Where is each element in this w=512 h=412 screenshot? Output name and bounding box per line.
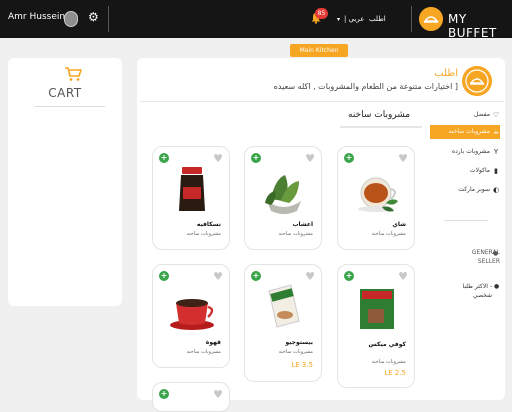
menu-item-label: سوبر ماركت [458,186,490,193]
menu-item-label: مفضل [474,111,490,118]
menu-item-food[interactable]: ماكولات ▮ [430,164,500,178]
page-title: اطلب [434,68,458,79]
add-to-cart-button[interactable]: + [344,271,354,281]
kitchen-tag[interactable]: Main Kitchen [290,44,348,57]
food-icon: ▮ [494,167,498,175]
divider [35,106,105,107]
cup-icon: ☕ [492,128,500,136]
product-price: LE 2.5 [384,369,406,377]
product-name: شاي [392,221,406,228]
product-card[interactable]: + ♥ كوفي ميكس مشروبات ساخنه LE 2.5 [337,264,415,388]
product-name: اعشاب [292,221,313,228]
coffee-image [170,299,214,330]
product-category: مشروبات ساخنه [371,231,406,237]
globe-icon: ● [493,250,499,257]
sort-filter[interactable]: الاكثر طلبا - شخصي [446,282,492,300]
avatar[interactable] [64,11,78,27]
menu-item-supermarket[interactable]: سوبر ماركت ◐ [430,183,500,197]
order-link[interactable]: اطلب [369,15,386,23]
cart-icon: ◐ [492,186,500,194]
herbs-image [265,175,301,214]
product-category: مشروبات ساخنه [371,359,406,365]
product-name: قهوة [205,339,221,346]
filter-label: SELLER [477,258,500,265]
user-name[interactable]: Amr Hussein [8,12,65,22]
cappuccino-image [268,284,300,328]
menu-item-cold-drinks[interactable]: مشروبات بارده Y [430,145,500,159]
add-to-cart-button[interactable]: + [159,153,169,163]
cart-label: CART [48,86,82,100]
product-category: مشروبات ساخنه [186,349,221,355]
add-to-cart-button[interactable]: + [159,389,169,399]
divider [140,101,504,102]
product-category: مشروبات ساخنه [186,231,221,237]
divider [411,6,412,32]
filter-label: شخصي [472,292,492,299]
add-to-cart-button[interactable]: + [159,271,169,281]
product-card[interactable]: + ♥ نسكافيه مشروبات ساخنه [152,146,230,250]
menu-item-label: مشروبات بارده [451,148,490,155]
page-subtitle: اختيارات متنوعة من الطعام والمشروبات , ا… [273,82,458,91]
product-name: كوفي ميكس [368,341,406,348]
gear-icon[interactable]: ⚙ [88,10,99,24]
nescafe-image [179,167,205,211]
top-bar: Amr Hussein ⚙ 85 ▾ | عربي اطلب MY BUFFET [0,0,512,40]
menu-item-label: ماكولات [469,167,490,174]
product-card[interactable]: + ♥ اعشاب مشروبات ساخنه [244,146,322,250]
divider [444,220,488,221]
menu-item-label: مشروبات ساخنه [448,128,490,135]
add-to-cart-button[interactable]: + [251,153,261,163]
menu-item-favorites[interactable]: مفضل ♡ [430,108,500,122]
product-card[interactable]: + ♥ بيستوجيو مشروبات ساخنه LE 3.5 [244,264,322,382]
notification-badge: 85 [315,8,328,19]
divider [340,126,422,128]
glass-icon: Y [493,148,499,156]
product-price: LE 3.5 [291,361,313,369]
brand-logo[interactable] [419,7,443,31]
product-category: مشروبات ساخنه [278,349,313,355]
person-icon: ● [494,283,500,290]
heart-icon: ♡ [492,111,500,119]
product-name: نسكافيه [196,221,221,228]
coffee-mix-image [360,289,394,329]
heart-icon[interactable]: ♥ [213,388,223,401]
category-title: مشروبات ساخنه [348,110,411,120]
add-to-cart-button[interactable]: + [251,271,261,281]
brand-name[interactable]: MY BUFFET [448,12,512,40]
restaurant-logo [462,66,492,96]
product-card[interactable]: + ♥ قهوة مشروبات ساخنه [152,264,230,368]
menu-item-hot-drinks[interactable]: مشروبات ساخنه ☕ [430,125,500,139]
product-name: بيستوجيو [285,339,313,346]
language-selector[interactable]: | عربي [344,15,364,23]
cart-panel: CART [8,58,122,306]
divider [108,6,109,32]
chevron-down-icon[interactable]: ▾ [337,16,340,23]
product-card[interactable]: + ♥ [152,382,230,412]
filter-label: الاكثر طلبا - [462,283,492,290]
tea-image [358,177,398,212]
add-to-cart-button[interactable]: + [344,153,354,163]
product-category: مشروبات ساخنه [278,231,313,237]
cart-icon [65,67,82,81]
product-card[interactable]: + ♥ شاي مشروبات ساخنه [337,146,415,250]
